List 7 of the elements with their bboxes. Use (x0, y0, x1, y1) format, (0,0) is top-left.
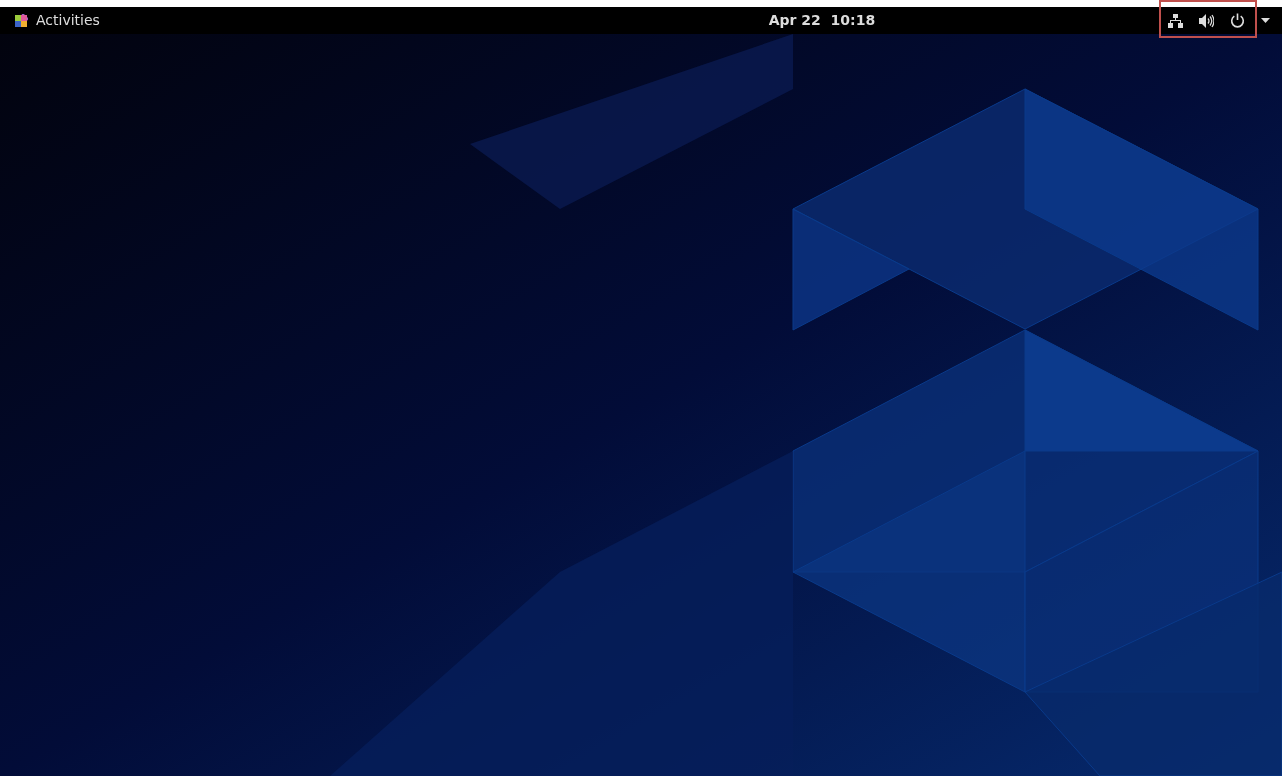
power-icon[interactable] (1230, 13, 1245, 28)
volume-icon[interactable] (1199, 13, 1214, 28)
caret-icon[interactable] (1261, 18, 1270, 23)
activities-button[interactable]: Activities (8, 7, 106, 34)
flower-logo-icon (14, 13, 28, 28)
network-icon[interactable] (1168, 13, 1183, 28)
clock-button[interactable]: Apr 22 10:18 (762, 7, 882, 34)
